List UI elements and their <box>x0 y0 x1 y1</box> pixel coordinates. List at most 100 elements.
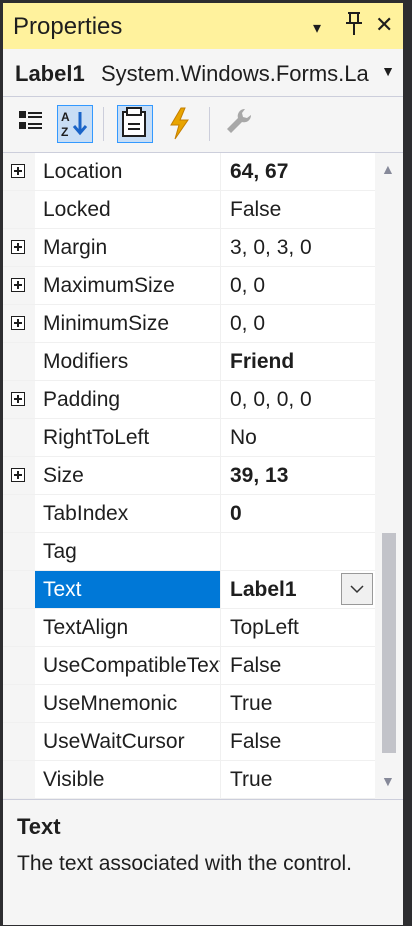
property-name[interactable]: Locked <box>35 191 221 228</box>
row-gutter <box>3 571 35 608</box>
property-value[interactable]: 0, 0, 0, 0 <box>222 381 375 418</box>
property-value[interactable] <box>222 533 375 570</box>
expand-icon[interactable] <box>11 316 25 330</box>
properties-icon <box>122 107 146 137</box>
row-gutter <box>3 457 35 494</box>
property-name[interactable]: Text <box>35 571 221 608</box>
properties-window: Properties ▾ ✕ Label1 System.Windows.For… <box>0 0 406 925</box>
property-value[interactable]: 0, 0 <box>222 267 375 304</box>
property-row[interactable]: Location 64, 67 <box>3 153 375 191</box>
row-gutter <box>3 305 35 342</box>
row-gutter <box>3 343 35 380</box>
pin-icon[interactable] <box>345 11 363 44</box>
row-gutter <box>3 495 35 532</box>
property-name[interactable]: Margin <box>35 229 221 266</box>
property-row[interactable]: TextAlign TopLeft <box>3 609 375 647</box>
property-name[interactable]: Location <box>35 153 221 190</box>
expand-icon[interactable] <box>11 278 25 292</box>
svg-text:A: A <box>61 110 70 124</box>
row-gutter <box>3 609 35 646</box>
property-row[interactable]: TabIndex 0 <box>3 495 375 533</box>
property-value[interactable]: False <box>222 647 375 684</box>
property-row[interactable]: Modifiers Friend <box>3 343 375 381</box>
properties-toolbar: A Z <box>3 97 403 153</box>
property-name[interactable]: MaximumSize <box>35 267 221 304</box>
property-value[interactable]: False <box>222 191 375 228</box>
property-row[interactable]: Locked False <box>3 191 375 229</box>
row-gutter <box>3 647 35 684</box>
property-row[interactable]: Margin 3, 0, 3, 0 <box>3 229 375 267</box>
property-pages-button[interactable] <box>221 105 257 143</box>
property-row[interactable]: Padding 0, 0, 0, 0 <box>3 381 375 419</box>
property-name[interactable]: Size <box>35 457 221 494</box>
property-name[interactable]: Visible <box>35 761 221 798</box>
property-row[interactable]: MaximumSize 0, 0 <box>3 267 375 305</box>
property-name[interactable]: TabIndex <box>35 495 221 532</box>
svg-text:Z: Z <box>61 125 68 139</box>
property-value[interactable]: Friend <box>222 343 375 380</box>
title-bar[interactable]: Properties ▾ ✕ <box>3 3 403 49</box>
expand-icon[interactable] <box>11 164 25 178</box>
property-value[interactable]: False <box>222 723 375 760</box>
property-name[interactable]: TextAlign <box>35 609 221 646</box>
object-name: Label1 <box>15 61 85 86</box>
row-gutter <box>3 153 35 190</box>
row-gutter <box>3 381 35 418</box>
vertical-scrollbar[interactable]: ▲ ▼ <box>375 153 403 799</box>
property-row[interactable]: RightToLeft No <box>3 419 375 457</box>
scrollbar-thumb[interactable] <box>382 533 396 753</box>
row-gutter <box>3 229 35 266</box>
property-name[interactable]: MinimumSize <box>35 305 221 342</box>
row-gutter <box>3 191 35 228</box>
property-value[interactable]: 39, 13 <box>222 457 375 494</box>
close-icon[interactable]: ✕ <box>375 11 393 39</box>
row-gutter <box>3 419 35 456</box>
property-value[interactable]: True <box>222 761 375 798</box>
expand-icon[interactable] <box>11 240 25 254</box>
property-row[interactable]: UseCompatibleTextRenderingFalse <box>3 647 375 685</box>
alphabetical-button[interactable]: A Z <box>57 105 93 143</box>
value-dropdown-button[interactable] <box>341 573 373 605</box>
property-name[interactable]: Tag <box>35 533 221 570</box>
property-row[interactable]: Text Label1 <box>3 571 375 609</box>
row-gutter <box>3 267 35 304</box>
property-value[interactable]: 0, 0 <box>222 305 375 342</box>
property-row[interactable]: Visible True <box>3 761 375 799</box>
dropdown-menu-icon[interactable]: ▾ <box>313 15 321 43</box>
description-title: Text <box>17 814 61 839</box>
expand-icon[interactable] <box>11 392 25 406</box>
window-title: Properties <box>13 13 123 40</box>
chevron-down-icon[interactable]: ▼ <box>381 63 395 79</box>
description-pane: Text The text associated with the contro… <box>3 799 403 925</box>
property-value[interactable]: 0 <box>222 495 375 532</box>
property-value[interactable]: 64, 67 <box>222 153 375 190</box>
scroll-up-icon[interactable]: ▲ <box>381 161 395 177</box>
categorized-icon <box>19 111 42 129</box>
property-name[interactable]: UseMnemonic <box>35 685 221 722</box>
property-row[interactable]: MinimumSize 0, 0 <box>3 305 375 343</box>
property-value[interactable]: True <box>222 685 375 722</box>
row-gutter <box>3 723 35 760</box>
row-gutter <box>3 761 35 798</box>
property-value[interactable]: No <box>222 419 375 456</box>
expand-icon[interactable] <box>11 468 25 482</box>
property-name[interactable]: UseCompatibleTextRendering <box>35 647 221 684</box>
property-row[interactable]: Tag <box>3 533 375 571</box>
properties-button[interactable] <box>117 105 153 143</box>
alphabetical-icon: A Z <box>61 110 88 139</box>
object-selector[interactable]: Label1 System.Windows.Forms.La ▼ <box>3 49 403 97</box>
row-gutter <box>3 533 35 570</box>
scroll-down-icon[interactable]: ▼ <box>381 773 395 789</box>
chevron-down-icon <box>350 585 364 594</box>
property-value[interactable]: 3, 0, 3, 0 <box>222 229 375 266</box>
property-row[interactable]: UseMnemonic True <box>3 685 375 723</box>
property-name[interactable]: Padding <box>35 381 221 418</box>
categorized-button[interactable] <box>15 105 51 143</box>
property-name[interactable]: RightToLeft <box>35 419 221 456</box>
events-button[interactable] <box>163 105 199 143</box>
property-row[interactable]: Size 39, 13 <box>3 457 375 495</box>
property-row[interactable]: UseWaitCursor False <box>3 723 375 761</box>
property-name[interactable]: UseWaitCursor <box>35 723 221 760</box>
property-name[interactable]: Modifiers <box>35 343 221 380</box>
property-value[interactable]: TopLeft <box>222 609 375 646</box>
